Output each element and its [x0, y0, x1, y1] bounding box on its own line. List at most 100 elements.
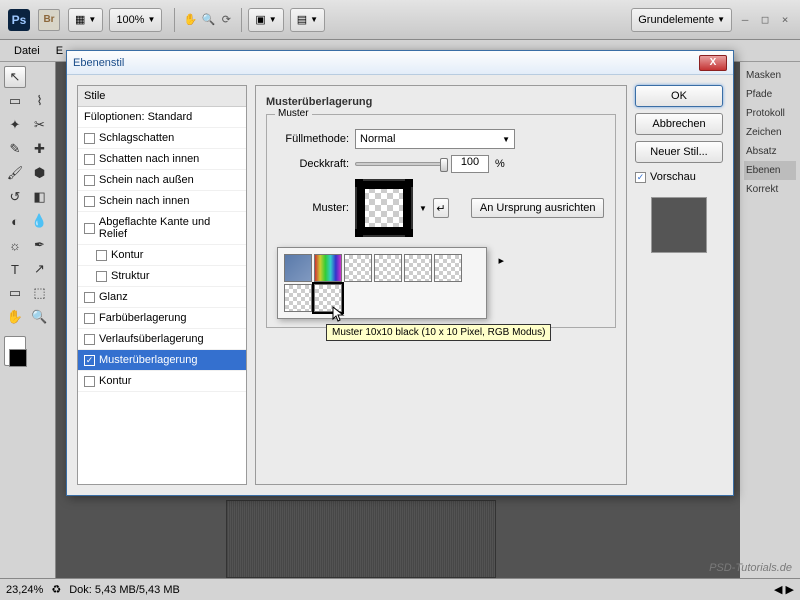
style-coloroverlay[interactable]: Farbüberlagerung: [78, 308, 246, 329]
blur-tool-icon[interactable]: 💧: [29, 210, 51, 232]
zoom-dropdown[interactable]: 100%▼: [109, 8, 162, 32]
heal-tool-icon[interactable]: ✚: [29, 138, 51, 160]
panel-character[interactable]: Zeichen: [744, 123, 796, 142]
dodge-tool-icon[interactable]: ☼: [4, 234, 26, 256]
window-controls: – □ ×: [738, 13, 792, 26]
snap-origin-button[interactable]: An Ursprung ausrichten: [471, 198, 605, 218]
style-satin[interactable]: Glanz: [78, 287, 246, 308]
style-bevel[interactable]: Abgeflachte Kante und Relief: [78, 212, 246, 245]
dialog-close-button[interactable]: X: [699, 55, 727, 71]
shape-tool-icon[interactable]: ▭: [4, 282, 26, 304]
layout-dropdown[interactable]: ▦▼: [68, 8, 103, 32]
watermark: PSD-Tutorials.de: [709, 562, 792, 574]
app-topbar: Ps Br ▦▼ 100%▼ ✋ 🔍 ⟳ ▣▼ ▤▼ Grundelemente…: [0, 0, 800, 40]
hand-icon[interactable]: ✋: [181, 11, 199, 29]
rotate-icon[interactable]: ⟳: [217, 11, 235, 29]
panel-adjust[interactable]: Korrekt: [744, 180, 796, 199]
pattern-swatch[interactable]: [374, 254, 402, 282]
crop-tool-icon[interactable]: ✂: [29, 114, 51, 136]
pattern-swatch[interactable]: [284, 254, 312, 282]
opacity-input[interactable]: 100: [451, 155, 489, 173]
stamp-tool-icon[interactable]: ⬢: [29, 162, 51, 184]
panel-paragraph[interactable]: Absatz: [744, 142, 796, 161]
canvas-image: [226, 500, 496, 578]
panel-layers[interactable]: Ebenen: [744, 161, 796, 180]
pattern-swatch[interactable]: [434, 254, 462, 282]
move-tool-icon[interactable]: ↖: [4, 66, 26, 88]
new-pattern-icon[interactable]: ↵: [433, 198, 449, 218]
new-style-button[interactable]: Neuer Stil...: [635, 141, 723, 163]
style-patternoverlay[interactable]: ✓Musterüberlagerung: [78, 350, 246, 371]
lasso-tool-icon[interactable]: ⌇: [29, 90, 51, 112]
style-innerglow[interactable]: Schein nach innen: [78, 191, 246, 212]
pattern-dropdown-icon[interactable]: ▼: [419, 204, 427, 213]
pattern-swatch[interactable]: [404, 254, 432, 282]
workspace-dropdown[interactable]: Grundelemente▼: [631, 8, 732, 32]
brush-tool-icon[interactable]: 🖌: [4, 162, 26, 184]
pattern-swatch-selected[interactable]: [314, 284, 342, 312]
style-texture[interactable]: Struktur: [78, 266, 246, 287]
panel-dock: Masken Pfade Protokoll Zeichen Absatz Eb…: [740, 62, 800, 578]
status-bar: 23,24% ♻ Dok: 5,43 MB/5,43 MB ◀ ▶: [0, 578, 800, 600]
dialog-buttons: OK Abbrechen Neuer Stil... ✓Vorschau: [635, 85, 723, 485]
marquee-tool-icon[interactable]: ▭: [4, 90, 26, 112]
preview-checkbox[interactable]: ✓Vorschau: [635, 169, 723, 185]
history-tool-icon[interactable]: ↺: [4, 186, 26, 208]
status-zoom[interactable]: 23,24%: [6, 584, 43, 596]
pen-tool-icon[interactable]: ✒: [29, 234, 51, 256]
style-innershadow[interactable]: Schatten nach innen: [78, 149, 246, 170]
style-stroke[interactable]: Kontur: [78, 371, 246, 392]
maximize-icon[interactable]: □: [758, 13, 772, 26]
bridge-icon[interactable]: Br: [38, 9, 60, 31]
cancel-button[interactable]: Abbrechen: [635, 113, 723, 135]
pattern-tooltip: Muster 10x10 black (10 x 10 Pixel, RGB M…: [326, 324, 551, 341]
opacity-slider[interactable]: [355, 162, 445, 166]
style-dropshadow[interactable]: Schlagschatten: [78, 128, 246, 149]
flyout-menu-icon[interactable]: ▸: [498, 254, 504, 267]
dialog-titlebar: Ebenenstil X: [67, 51, 733, 75]
pattern-picker-popup: ▸ Muster 10x10 black (10 x 10 Pixel, RGB…: [277, 247, 487, 319]
pattern-swatch[interactable]: [284, 284, 312, 312]
photoshop-logo-icon: Ps: [8, 9, 30, 31]
fill-options[interactable]: Füloptionen: Standard: [78, 107, 246, 128]
screen-mode-dropdown[interactable]: ▣▼: [248, 8, 283, 32]
blend-mode-select[interactable]: Normal▼: [355, 129, 515, 149]
3d-tool-icon[interactable]: ⬚: [29, 282, 51, 304]
pattern-preview[interactable]: [355, 179, 413, 237]
color-swatches-icon[interactable]: [4, 336, 26, 366]
minimize-icon[interactable]: –: [738, 13, 752, 26]
pattern-swatch[interactable]: [344, 254, 372, 282]
ok-button[interactable]: OK: [635, 85, 723, 107]
wand-tool-icon[interactable]: ✦: [4, 114, 26, 136]
dialog-title: Ebenenstil: [73, 57, 699, 69]
close-icon[interactable]: ×: [778, 13, 792, 26]
path-tool-icon[interactable]: ↗: [29, 258, 51, 280]
styles-list: Stile Füloptionen: Standard Schlagschatt…: [77, 85, 247, 485]
style-outerglow[interactable]: Schein nach außen: [78, 170, 246, 191]
eyedrop-tool-icon[interactable]: ✎: [4, 138, 26, 160]
arrange-dropdown[interactable]: ▤▼: [290, 8, 325, 32]
type-tool-icon[interactable]: T: [4, 258, 26, 280]
status-doc: Dok: 5,43 MB/5,43 MB: [69, 584, 180, 596]
hand-tool-icon[interactable]: ✋: [4, 306, 26, 328]
eraser-tool-icon[interactable]: ◧: [29, 186, 51, 208]
styles-header: Stile: [78, 86, 246, 107]
style-gradientoverlay[interactable]: Verlaufsüberlagerung: [78, 329, 246, 350]
blend-label: Füllmethode:: [277, 133, 349, 145]
style-contour[interactable]: Kontur: [78, 245, 246, 266]
opacity-label: Deckkraft:: [277, 158, 349, 170]
gradient-tool-icon[interactable]: ◐: [4, 210, 26, 232]
pattern-label: Muster:: [277, 202, 349, 214]
zoom-tool-icon[interactable]: 🔍: [29, 306, 51, 328]
preview-thumbnail: [651, 197, 707, 253]
menu-file[interactable]: Datei: [6, 41, 48, 61]
panel-masks[interactable]: Masken: [744, 66, 796, 85]
pattern-fieldset: Muster Füllmethode: Normal▼ Deckkraft: 1…: [266, 114, 616, 328]
toolbox: ↖ ▭⌇ ✦✂ ✎✚ 🖌⬢ ↺◧ ◐💧 ☼✒ T↗ ▭⬚ ✋🔍: [0, 62, 56, 578]
zoom-icon[interactable]: 🔍: [199, 11, 217, 29]
recycle-icon[interactable]: ♻: [51, 583, 61, 596]
panel-paths[interactable]: Pfade: [744, 85, 796, 104]
settings-panel: Musterüberlagerung Muster Füllmethode: N…: [255, 85, 627, 485]
pattern-swatch[interactable]: [314, 254, 342, 282]
panel-history[interactable]: Protokoll: [744, 104, 796, 123]
